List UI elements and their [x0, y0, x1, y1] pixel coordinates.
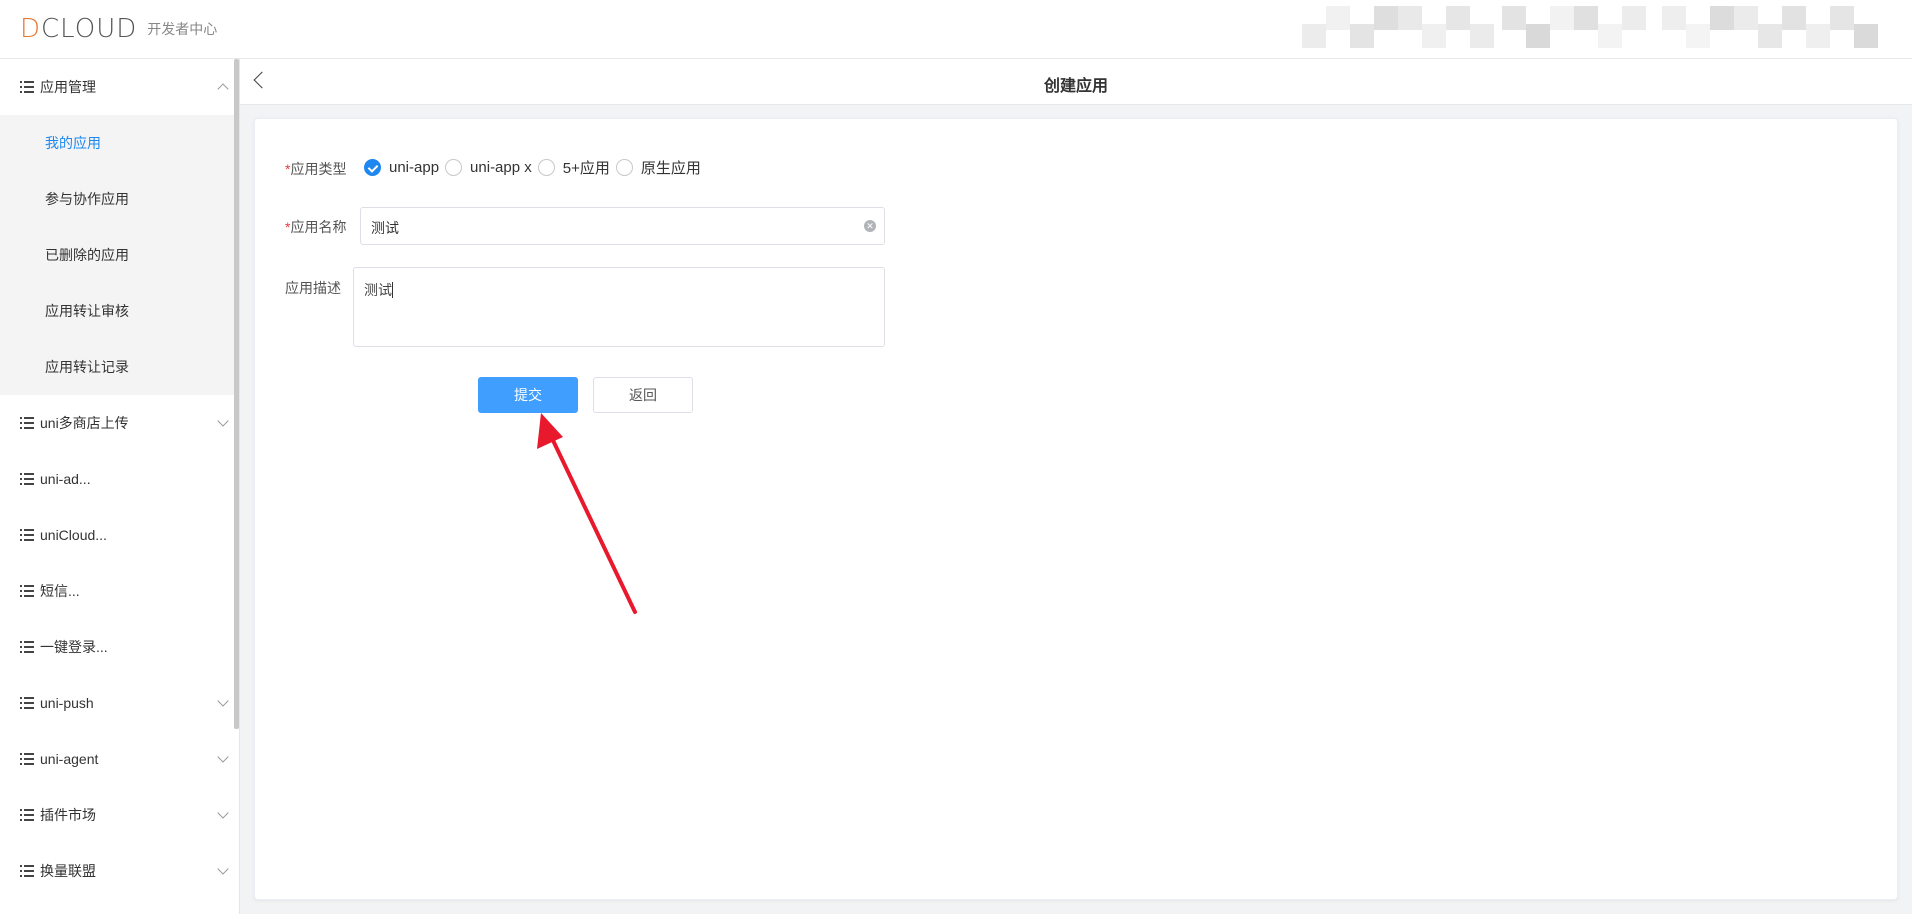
sidebar-group-label: uni多商店上传 — [40, 415, 129, 431]
sidebar-group-uni-agent[interactable]: uni-agent — [0, 731, 239, 787]
page-title: 创建应用 — [1043, 78, 1108, 95]
logo-subtitle: 开发者中心 — [147, 21, 218, 37]
radio-unchecked-icon — [445, 159, 463, 176]
sidebar-group-label: uni-agent — [40, 751, 99, 767]
app-type-label: *应用类型 — [285, 159, 346, 179]
app-name-label: *应用名称 — [285, 217, 346, 237]
sidebar-group-label: 应用管理 — [40, 79, 96, 95]
sidebar-item-transfer-log[interactable]: 应用转让记录 — [0, 339, 239, 395]
list-icon — [20, 473, 34, 485]
sidebar-item-deleted-apps[interactable]: 已删除的应用 — [0, 227, 239, 283]
radio-uni-app[interactable]: uni-app — [364, 159, 439, 176]
redacted-user-info — [1302, 6, 1892, 52]
app-desc-label: 应用描述 — [285, 280, 341, 296]
radio-uni-app-x[interactable]: uni-app x — [445, 159, 532, 176]
list-icon — [20, 641, 34, 653]
list-icon — [20, 809, 34, 821]
sidebar-group-unicloud[interactable]: uniCloud... — [0, 507, 239, 563]
sidebar-group-label: uni-push — [40, 695, 94, 711]
sidebar-group-label: uniCloud... — [40, 527, 107, 543]
list-icon — [20, 697, 34, 709]
app-desc-textarea[interactable]: 测试 — [353, 267, 885, 347]
app-type-radio-group: uni-app uni-app x 5+应用 原生应用 — [364, 157, 707, 178]
app-name-label-text: 应用名称 — [290, 219, 347, 235]
sidebar-group-label: 换量联盟 — [40, 863, 96, 879]
list-icon — [20, 81, 34, 93]
sidebar-item-collab-apps[interactable]: 参与协作应用 — [0, 171, 239, 227]
chevron-down-icon — [217, 415, 229, 427]
clear-icon[interactable]: ✕ — [864, 220, 876, 232]
submenu-app-management: 我的应用 参与协作应用 已删除的应用 应用转让审核 应用转让记录 — [0, 115, 239, 395]
sidebar-group-one-click-login[interactable]: 一键登录... — [0, 619, 239, 675]
sidebar-group-plugin-market[interactable]: 插件市场 — [0, 787, 239, 843]
sidebar-group-traffic-exchange[interactable]: 换量联盟 — [0, 843, 239, 899]
sidebar-item-my-apps[interactable]: 我的应用 — [0, 115, 239, 171]
sidebar-group-uni-push[interactable]: uni-push — [0, 675, 239, 731]
list-icon — [20, 865, 34, 877]
app-name-value: 测试 — [371, 220, 399, 236]
sidebar-scrollbar[interactable] — [234, 59, 239, 729]
chevron-down-icon — [217, 863, 229, 875]
app-header: DCLOUD 开发者中心 — [0, 0, 1912, 59]
sidebar-item-transfer-review[interactable]: 应用转让审核 — [0, 283, 239, 339]
list-icon — [20, 417, 34, 429]
sidebar-group-app-management[interactable]: 应用管理 — [0, 59, 239, 115]
radio-label: 5+应用 — [562, 160, 610, 177]
radio-label: uni-app — [389, 159, 440, 176]
chevron-down-icon — [217, 695, 229, 707]
app-name-input[interactable]: 测试 ✕ — [360, 207, 885, 245]
app-desc-value: 测试 — [364, 282, 392, 298]
dcloud-logo[interactable]: DCLOUD 开发者中心 — [20, 14, 218, 44]
chevron-down-icon — [217, 807, 229, 819]
sidebar-group-label: 插件市场 — [40, 807, 96, 823]
sidebar-group-label: uni-ad... — [40, 471, 91, 487]
sidebar-group-uni-store-upload[interactable]: uni多商店上传 — [0, 395, 239, 451]
page-topbar: 创建应用 — [240, 59, 1912, 105]
list-icon — [20, 529, 34, 541]
sidebar-group-uni-ad[interactable]: uni-ad... — [0, 451, 239, 507]
sidebar-group-label: 一键登录... — [40, 639, 108, 655]
app-type-label-text: 应用类型 — [290, 161, 347, 177]
radio-unchecked-icon — [537, 159, 555, 176]
list-icon — [20, 753, 34, 765]
list-icon — [20, 585, 34, 597]
radio-native-app[interactable]: 原生应用 — [615, 157, 701, 178]
text-caret — [392, 282, 393, 298]
radio-unchecked-icon — [615, 159, 633, 176]
sidebar: 应用管理 我的应用 参与协作应用 已删除的应用 应用转让审核 应用转让记录 un… — [0, 59, 240, 914]
chevron-up-icon — [217, 83, 229, 95]
radio-label: uni-app x — [470, 159, 532, 176]
back-button[interactable]: 返回 — [593, 377, 693, 413]
sidebar-group-sms[interactable]: 短信... — [0, 563, 239, 619]
chevron-down-icon — [217, 751, 229, 763]
submit-button[interactable]: 提交 — [478, 377, 578, 413]
radio-5plus-app[interactable]: 5+应用 — [537, 157, 610, 178]
logo-wordmark: DCLOUD — [20, 14, 138, 44]
radio-label: 原生应用 — [640, 160, 701, 177]
sidebar-group-label: 短信... — [40, 583, 80, 599]
radio-checked-icon — [364, 159, 381, 176]
